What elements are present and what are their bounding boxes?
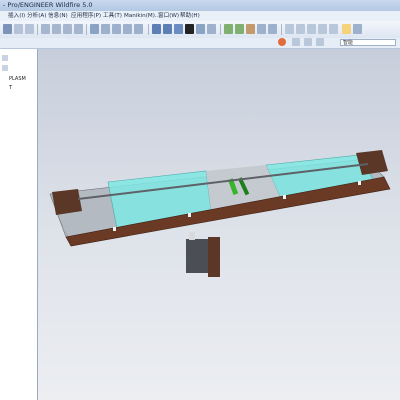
- hidden-line-icon[interactable]: [296, 24, 305, 34]
- enhanced-realism-icon[interactable]: [329, 24, 338, 34]
- menu-manikin[interactable]: Manikin(M)...: [124, 11, 160, 21]
- model-tree-settings-icon[interactable]: [292, 38, 300, 46]
- menu-info[interactable]: 信息(N): [48, 11, 68, 21]
- regenerate-icon[interactable]: [3, 24, 12, 34]
- toolbar-separator: [86, 24, 87, 35]
- copy-icon[interactable]: [52, 24, 61, 34]
- model-render: [49, 150, 391, 277]
- datum-axes-icon[interactable]: [235, 24, 244, 34]
- menu-help[interactable]: 帮助(H): [180, 11, 200, 21]
- tree-item-assembly[interactable]: PLASM: [9, 76, 26, 82]
- datum-points-icon[interactable]: [246, 24, 255, 34]
- undo-icon[interactable]: [14, 24, 23, 34]
- orient-icon[interactable]: [196, 24, 205, 34]
- pick-from-list-icon[interactable]: [316, 38, 324, 46]
- left-end-block: [52, 189, 82, 215]
- menu-applications[interactable]: 应用程序(P): [71, 11, 101, 21]
- paste-special-icon[interactable]: [74, 24, 83, 34]
- no-hidden-icon[interactable]: [307, 24, 316, 34]
- menu-insert[interactable]: 插入(I): [8, 11, 25, 21]
- selection-toolbar: 智能: [0, 38, 400, 49]
- menu-tools[interactable]: 工具(T): [103, 11, 122, 21]
- saved-views-icon[interactable]: [207, 24, 216, 34]
- frame-screw: [113, 227, 116, 231]
- window-title: - Pro/ENGINEER Wildfire 5.0: [3, 1, 93, 9]
- shaded-icon[interactable]: [318, 24, 327, 34]
- redo-icon[interactable]: [25, 24, 34, 34]
- regenerate-model-icon[interactable]: [90, 24, 99, 34]
- selection-icon[interactable]: [112, 24, 121, 34]
- shading-icon[interactable]: [185, 24, 194, 34]
- annotations-icon[interactable]: [268, 24, 277, 34]
- frame-screw: [283, 195, 286, 199]
- motor-cap: [189, 232, 195, 240]
- menu-window[interactable]: 窗口(W): [158, 11, 179, 21]
- toolbar-separator: [220, 24, 221, 35]
- model-tree-panel: PLASM T: [0, 49, 38, 400]
- cut-icon[interactable]: [41, 24, 50, 34]
- datum-planes-icon[interactable]: [224, 24, 233, 34]
- frame-screw: [358, 181, 361, 185]
- frame-screw: [188, 213, 191, 217]
- selection-filter-dropdown[interactable]: 智能: [340, 39, 396, 46]
- motor-bracket: [208, 237, 220, 277]
- toolbar-separator: [281, 24, 282, 35]
- menu-analysis[interactable]: 分析(A): [27, 11, 46, 21]
- tree-item-part[interactable]: T: [9, 85, 12, 91]
- zoom-out-icon[interactable]: [163, 24, 172, 34]
- coordinate-systems-icon[interactable]: [257, 24, 266, 34]
- refit-icon[interactable]: [174, 24, 183, 34]
- zoom-in-icon[interactable]: [152, 24, 161, 34]
- wireframe-icon[interactable]: [285, 24, 294, 34]
- tree-expand-icon[interactable]: [2, 65, 8, 71]
- stop-icon[interactable]: [278, 38, 286, 46]
- graphics-viewport[interactable]: [38, 49, 400, 400]
- find-icon[interactable]: [101, 24, 110, 34]
- layer-tree-icon[interactable]: [342, 24, 351, 34]
- selection-filter-icon[interactable]: [304, 38, 312, 46]
- paste-icon[interactable]: [63, 24, 72, 34]
- view-manager-icon[interactable]: [353, 24, 362, 34]
- toolbar-separator: [148, 24, 149, 35]
- tree-header-icon: [2, 55, 8, 61]
- layers-icon[interactable]: [123, 24, 132, 34]
- toolbar-separator: [37, 24, 38, 35]
- repaint-icon[interactable]: [134, 24, 143, 34]
- main-toolbar: [0, 21, 400, 39]
